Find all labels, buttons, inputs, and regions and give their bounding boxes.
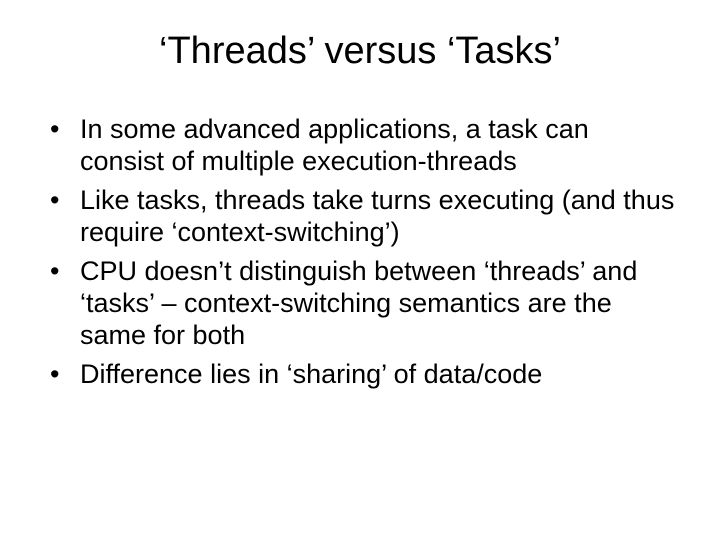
slide-title: ‘Threads’ versus ‘Tasks’ — [40, 30, 680, 73]
bullet-item: Like tasks, threads take turns executing… — [50, 184, 680, 249]
slide: ‘Threads’ versus ‘Tasks’ In some advance… — [0, 0, 720, 540]
bullet-list: In some advanced applications, a task ca… — [50, 113, 680, 390]
bullet-item: In some advanced applications, a task ca… — [50, 113, 680, 178]
bullet-item: CPU doesn’t distinguish between ‘threads… — [50, 255, 680, 352]
bullet-item: Difference lies in ‘sharing’ of data/cod… — [50, 358, 680, 390]
